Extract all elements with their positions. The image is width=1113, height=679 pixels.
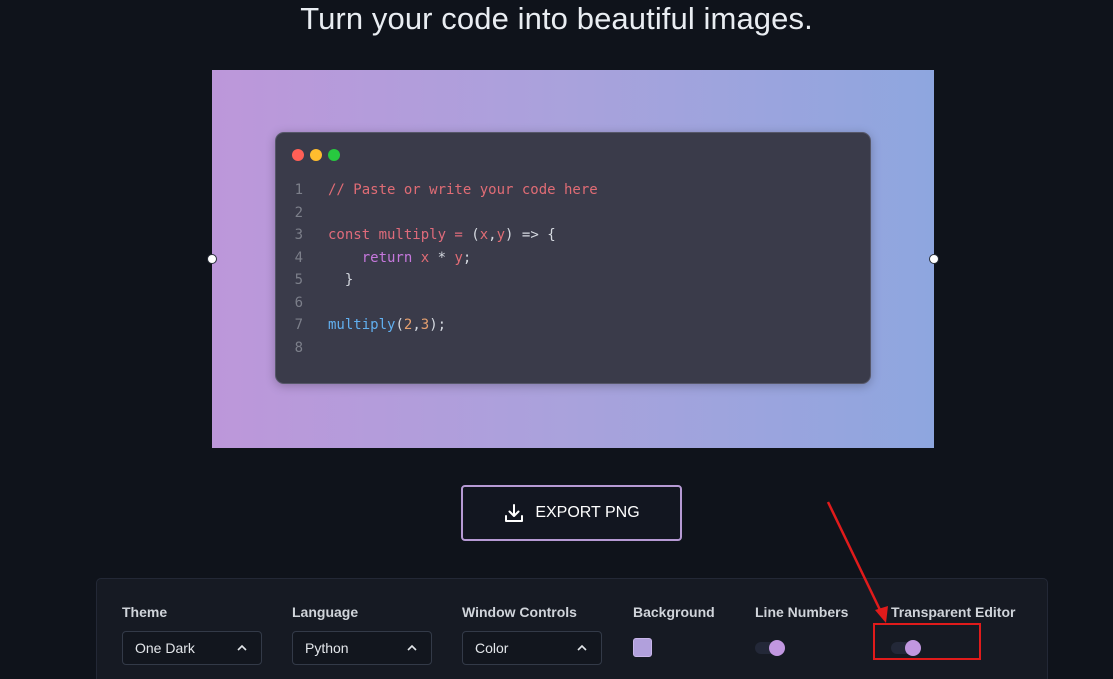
- maximize-dot: [328, 149, 340, 161]
- code-text: const multiply = (x,y) => {: [328, 224, 556, 247]
- code-token: (: [471, 227, 480, 243]
- code-text: multiply(2,3);: [328, 314, 446, 337]
- code-line[interactable]: 6: [276, 292, 870, 315]
- code-token: y: [454, 249, 463, 266]
- code-token: // Paste or write your code here: [328, 182, 598, 198]
- code-token: x: [420, 249, 430, 266]
- app-root: Turn your code into beautiful images. 1 /…: [0, 0, 1113, 679]
- theme-select[interactable]: One Dark: [122, 631, 262, 665]
- code-token: *: [429, 249, 455, 266]
- minimize-dot: [310, 149, 322, 161]
- close-dot: [292, 149, 304, 161]
- theme-label: Theme: [122, 604, 168, 620]
- chevron-up-icon: [407, 644, 417, 651]
- code-token: 3: [420, 317, 430, 333]
- code-line[interactable]: 2: [276, 202, 870, 225]
- code-area[interactable]: 1 // Paste or write your code here 2 3 const…: [276, 179, 870, 359]
- line-number: 7: [294, 317, 303, 333]
- line-numbers-label: Line Numbers: [755, 604, 849, 620]
- export-png-button[interactable]: EXPORT PNG: [461, 485, 682, 541]
- language-value: Python: [305, 640, 349, 656]
- line-number: 4: [294, 249, 303, 266]
- language-select[interactable]: Python: [292, 631, 432, 665]
- line-number: 3: [294, 227, 303, 243]
- window-controls-select[interactable]: Color: [462, 631, 602, 665]
- language-label: Language: [292, 604, 359, 620]
- code-line[interactable]: 7 multiply(2,3);: [276, 314, 870, 337]
- code-editor-window[interactable]: 1 // Paste or write your code here 2 3 const…: [275, 132, 871, 384]
- code-token: return: [328, 249, 421, 266]
- code-line[interactable]: 4 return x * y;: [276, 247, 870, 270]
- resize-handle-left[interactable]: [207, 254, 217, 264]
- annotation-highlight-box: [873, 623, 981, 660]
- code-line[interactable]: 1 // Paste or write your code here: [276, 179, 870, 202]
- background-label: Background: [633, 604, 715, 620]
- line-number: 8: [294, 339, 303, 356]
- code-line[interactable]: 5 }: [276, 269, 870, 292]
- code-token: ,: [412, 317, 421, 333]
- code-token: }: [328, 272, 354, 288]
- window-controls-label: Window Controls: [462, 604, 577, 620]
- resize-handle-right[interactable]: [929, 254, 939, 264]
- page-title: Turn your code into beautiful images.: [300, 1, 813, 36]
- line-number: 2: [294, 204, 303, 221]
- code-token: ;: [462, 249, 472, 266]
- code-text: // Paste or write your code here: [328, 179, 598, 202]
- code-token: );: [429, 317, 447, 333]
- line-number: 6: [294, 294, 303, 311]
- theme-value: One Dark: [135, 640, 195, 656]
- download-icon: [505, 504, 524, 522]
- code-text: return x * y;: [328, 247, 472, 270]
- code-line[interactable]: 3 const multiply = (x,y) => {: [276, 224, 870, 247]
- transparent-editor-label: Transparent Editor: [891, 604, 1016, 620]
- line-numbers-toggle[interactable]: [755, 639, 787, 657]
- line-number: 5: [294, 272, 303, 288]
- chevron-up-icon: [577, 644, 587, 651]
- code-text: }: [328, 269, 353, 292]
- code-token: x: [479, 227, 489, 243]
- code-token: ) => {: [505, 227, 556, 243]
- export-button-label: EXPORT PNG: [535, 504, 640, 521]
- code-token: y: [496, 227, 506, 243]
- toggle-knob: [769, 640, 785, 656]
- background-color-swatch[interactable]: [633, 638, 652, 657]
- code-token: ,: [488, 227, 497, 243]
- code-token: multiply: [328, 317, 396, 333]
- code-line[interactable]: 8: [276, 337, 870, 360]
- line-number: 1: [294, 182, 303, 198]
- code-token: const multiply =: [328, 227, 472, 243]
- code-token: (: [395, 317, 404, 333]
- window-controls-value: Color: [475, 640, 509, 656]
- chevron-up-icon: [237, 644, 247, 651]
